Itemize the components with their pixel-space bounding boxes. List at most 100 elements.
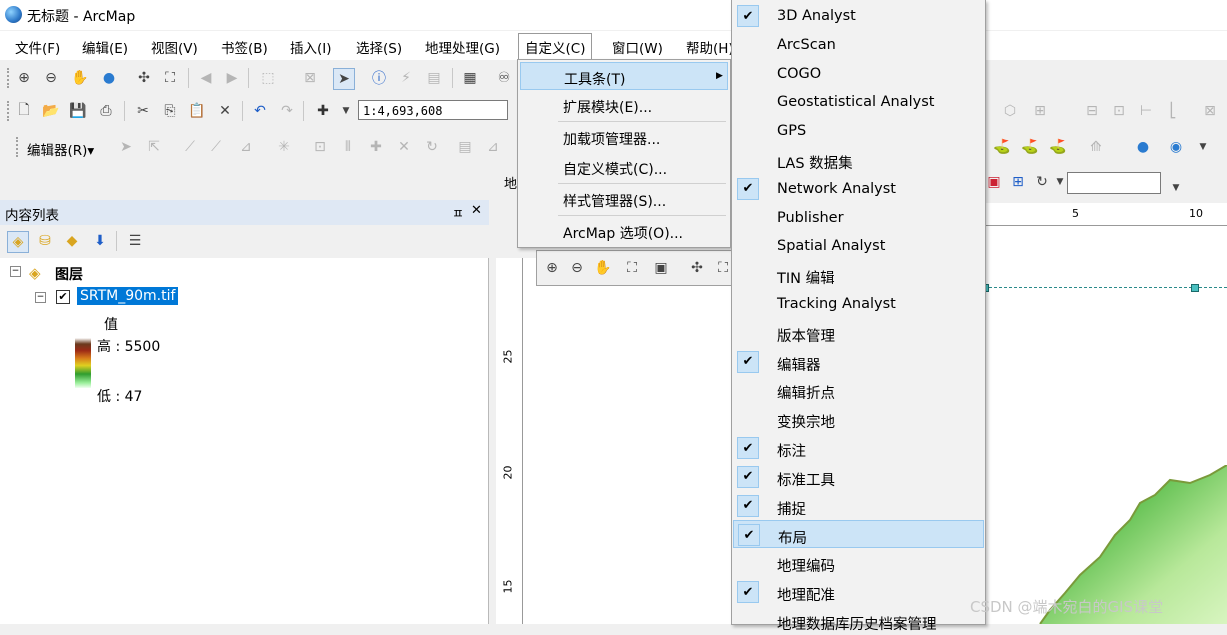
- end-point-arc-icon[interactable]: ⟋: [206, 137, 226, 157]
- zoom-100-icon[interactable]: ▣: [651, 258, 671, 278]
- measure-ruler-icon[interactable]: ▦: [460, 68, 480, 88]
- rotate-icon[interactable]: ↻: [422, 137, 442, 157]
- fixed-zoom-in-icon[interactable]: ✣: [134, 68, 154, 88]
- trace-icon[interactable]: ⊿: [236, 137, 256, 157]
- fixed-zoom-in-icon[interactable]: ✣: [687, 258, 707, 278]
- menu-item-customize-mode[interactable]: 自定义模式(C)...: [520, 153, 728, 181]
- clear-selection-icon[interactable]: ⊠: [300, 68, 320, 88]
- layout-pan-icon[interactable]: ✋: [593, 258, 613, 278]
- layout-tool-icon[interactable]: ⊞: [1008, 172, 1028, 192]
- menu-item-style-manager[interactable]: 样式管理器(S)...: [520, 185, 728, 213]
- close-icon[interactable]: ✕: [471, 203, 482, 218]
- layout-input[interactable]: [1067, 172, 1161, 194]
- list-by-drawing-order-icon[interactable]: ◈: [7, 231, 29, 253]
- edit-tool-icon[interactable]: ➤: [116, 137, 136, 157]
- profile-graph-icon[interactable]: ⟰: [1086, 137, 1106, 157]
- sketch-properties-icon[interactable]: ⊿: [483, 137, 503, 157]
- reshape-icon[interactable]: ⫴: [338, 137, 358, 157]
- html-popup-icon[interactable]: ▤: [424, 68, 444, 88]
- layer-name-selected[interactable]: SRTM_90m.tif: [77, 287, 179, 305]
- toolbar-toggle-item[interactable]: ✔ 标准工具: [733, 463, 984, 491]
- layout-zoom-out-icon[interactable]: ⊖: [567, 258, 587, 278]
- paste-icon[interactable]: 📋: [187, 101, 207, 121]
- menu-selection[interactable]: 选择(S): [356, 37, 402, 57]
- add-data-plus-icon[interactable]: ✚: [313, 101, 333, 121]
- toolbar-toggle-item[interactable]: ✔ 布局: [733, 520, 984, 549]
- identify-info-icon[interactable]: ⓘ: [369, 68, 389, 88]
- menu-item-toolbars[interactable]: 工具条(T) ▶: [520, 62, 728, 90]
- toolbar-toggle-item[interactable]: ✔ 捕捉: [733, 492, 984, 520]
- pin-icon[interactable]: ㅍ: [452, 203, 464, 222]
- toolbar-toggle-item[interactable]: ✔ 3D Analyst: [733, 2, 984, 30]
- attributes-icon[interactable]: ▤: [455, 137, 475, 157]
- tool-icon[interactable]: ⊢: [1136, 101, 1156, 121]
- zoom-out-icon[interactable]: ⊖: [41, 68, 61, 88]
- print-icon[interactable]: ⎙: [96, 101, 116, 121]
- toolbar-toggle-item[interactable]: Spatial Analyst: [733, 232, 984, 260]
- toolbar-toggle-item[interactable]: ✔ Network Analyst: [733, 175, 984, 203]
- delete-x-icon[interactable]: ✕: [215, 101, 235, 121]
- selection-handle[interactable]: [1191, 284, 1199, 292]
- layout-tool-icon[interactable]: ▣: [984, 172, 1004, 192]
- redo-icon[interactable]: ↷: [277, 101, 297, 121]
- tool-icon[interactable]: ⎣: [1163, 101, 1183, 121]
- point-icon[interactable]: ✳: [274, 137, 294, 157]
- undo-icon[interactable]: ↶: [250, 101, 270, 121]
- toolbar-toggle-item[interactable]: ArcScan: [733, 31, 984, 59]
- toolbar-toggle-item[interactable]: Publisher: [733, 204, 984, 232]
- toolbar-toggle-item[interactable]: Geostatistical Analyst: [733, 88, 984, 116]
- cut-polygon-icon[interactable]: ✚: [366, 137, 386, 157]
- open-folder-icon[interactable]: 📂: [41, 101, 61, 121]
- georef-tool-icon[interactable]: ⛳: [1048, 137, 1068, 157]
- select-elements-arrow-icon[interactable]: ➤: [333, 68, 355, 90]
- toolbar-toggle-item[interactable]: TIN 编辑: [733, 261, 984, 289]
- menu-customize[interactable]: 自定义(C): [518, 33, 593, 61]
- menu-file[interactable]: 文件(F): [15, 37, 60, 57]
- toolbar-toggle-item[interactable]: LAS 数据集: [733, 146, 984, 174]
- globe-pin-icon[interactable]: ◉: [1166, 137, 1186, 157]
- layout-tab-label[interactable]: 地: [504, 173, 517, 192]
- menu-item-extensions[interactable]: 扩展模块(E)...: [520, 91, 728, 119]
- collapse-toggle-icon[interactable]: −: [35, 292, 46, 303]
- menu-bookmarks[interactable]: 书签(B): [221, 37, 268, 57]
- menu-view[interactable]: 视图(V): [151, 37, 198, 57]
- layout-zoom-in-icon[interactable]: ⊕: [542, 258, 562, 278]
- toolbar-toggle-item[interactable]: ✔ 地理配准: [733, 578, 984, 606]
- toolbar-toggle-item[interactable]: Tracking Analyst: [733, 290, 984, 318]
- select-features-icon[interactable]: ⬚: [258, 68, 278, 88]
- toolbar-overflow-chevron-icon[interactable]: ▼: [1193, 137, 1213, 157]
- zoom-in-icon[interactable]: ⊕: [14, 68, 34, 88]
- toolbar-toggle-item[interactable]: ✔ 编辑器: [733, 348, 984, 376]
- tool-icon[interactable]: ⊟: [1082, 101, 1102, 121]
- find-binoculars-icon[interactable]: ♾: [494, 68, 514, 88]
- toolbar-grip[interactable]: [7, 101, 12, 121]
- fixed-zoom-out-icon[interactable]: ⛶: [160, 68, 180, 88]
- forward-arrow-icon[interactable]: ▶: [222, 68, 242, 88]
- globe-icon[interactable]: ●: [1133, 137, 1153, 157]
- root-layer-label[interactable]: 图层: [55, 264, 83, 284]
- toolbar-grip[interactable]: [16, 137, 21, 157]
- menu-edit[interactable]: 编辑(E): [82, 37, 128, 57]
- toolbar-toggle-item[interactable]: GPS: [733, 117, 984, 145]
- list-by-source-icon[interactable]: ⛁: [35, 231, 55, 251]
- pan-hand-icon[interactable]: ✋: [70, 68, 90, 88]
- menu-geoprocessing[interactable]: 地理处理(G): [425, 37, 500, 57]
- toolbar-toggle-item[interactable]: 版本管理: [733, 319, 984, 347]
- fixed-zoom-out-icon[interactable]: ⛶: [713, 258, 733, 278]
- menu-item-arcmap-options[interactable]: ArcMap 选项(O)...: [520, 217, 728, 245]
- save-disk-icon[interactable]: 💾: [68, 101, 88, 121]
- collapse-toggle-icon[interactable]: −: [10, 266, 21, 277]
- back-arrow-icon[interactable]: ◀: [196, 68, 216, 88]
- layer-visibility-checkbox[interactable]: ✔: [56, 290, 70, 304]
- menu-windows[interactable]: 窗口(W): [612, 37, 663, 57]
- toolbar-toggle-item[interactable]: 地理数据库历史档案管理: [733, 607, 984, 635]
- georef-tool-icon[interactable]: ⛳: [1020, 137, 1040, 157]
- edit-vertices-icon[interactable]: ⊡: [310, 137, 330, 157]
- editor-menu-button[interactable]: 编辑器(R)▾: [27, 139, 94, 159]
- options-list-icon[interactable]: ☰: [125, 231, 145, 251]
- refresh-icon[interactable]: ↻: [1032, 172, 1052, 192]
- copy-icon[interactable]: ⎘: [160, 101, 180, 121]
- tool-icon[interactable]: ⊠: [1200, 101, 1220, 121]
- tool-icon[interactable]: ⊡: [1109, 101, 1129, 121]
- add-data-dropdown-chevron-icon[interactable]: ▼: [336, 101, 356, 121]
